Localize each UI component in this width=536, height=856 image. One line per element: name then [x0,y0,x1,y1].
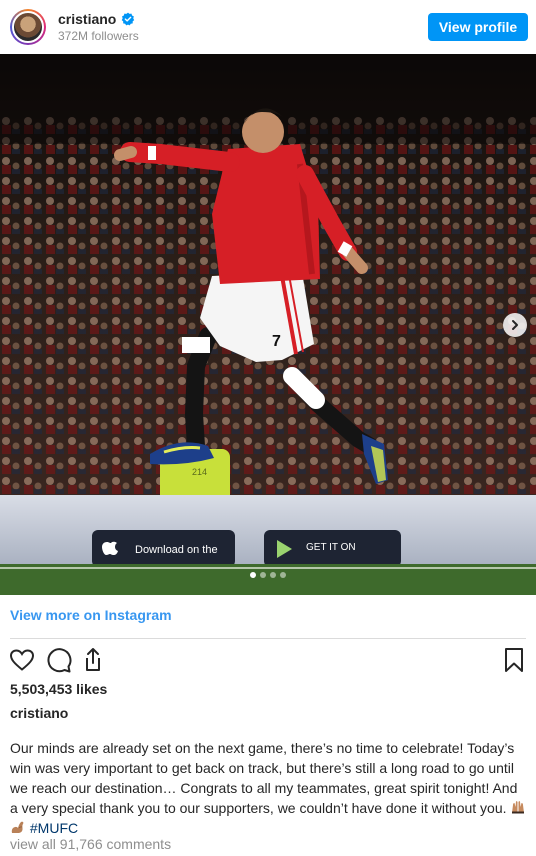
ad-board-apple-text: Download on the [135,544,218,556]
post-photo[interactable]: 214 Download on the GET IT ON 7 [0,54,536,595]
shorts-number: 7 [272,333,281,350]
post-caption: Our minds are already set on the next ga… [10,738,528,838]
steward-vest-number: 214 [192,467,207,477]
carousel-dot [260,572,266,578]
caption-text: Our minds are already set on the next ga… [10,740,518,816]
carousel-indicator [250,572,286,578]
view-more-on-instagram-link[interactable]: View more on Instagram [10,607,172,623]
avatar-image [12,11,44,43]
carousel-dot [270,572,276,578]
post-header: cristiano 372M followers View profile [0,0,536,54]
ad-board-google-text: GET IT ON [306,542,356,553]
heart-icon[interactable] [8,646,36,674]
carousel-next-button[interactable] [503,313,527,337]
stadium-celebration-image: 214 Download on the GET IT ON 7 [0,54,536,595]
user-block: cristiano 372M followers [58,11,139,43]
followers-count: 372M followers [58,29,139,43]
hashtag-link[interactable]: #MUFC [30,820,78,836]
flexed-biceps-emoji [11,821,24,833]
username[interactable]: cristiano [58,11,116,27]
raising-hands-emoji [512,801,525,814]
comment-icon[interactable] [44,646,72,674]
verified-icon [122,12,135,26]
divider [10,638,526,639]
view-all-comments-link[interactable]: view all 91,766 comments [10,836,171,852]
bookmark-icon[interactable] [500,646,528,674]
post-actions [8,646,528,674]
carousel-dot [250,572,256,578]
user-row: cristiano [58,11,139,27]
chevron-right-icon [512,320,518,330]
view-profile-button[interactable]: View profile [428,13,528,41]
share-icon[interactable] [79,646,107,674]
likes-count[interactable]: 5,503,453 likes [10,681,107,697]
carousel-dot [280,572,286,578]
caption-username[interactable]: cristiano [10,705,68,721]
avatar[interactable] [10,9,46,45]
